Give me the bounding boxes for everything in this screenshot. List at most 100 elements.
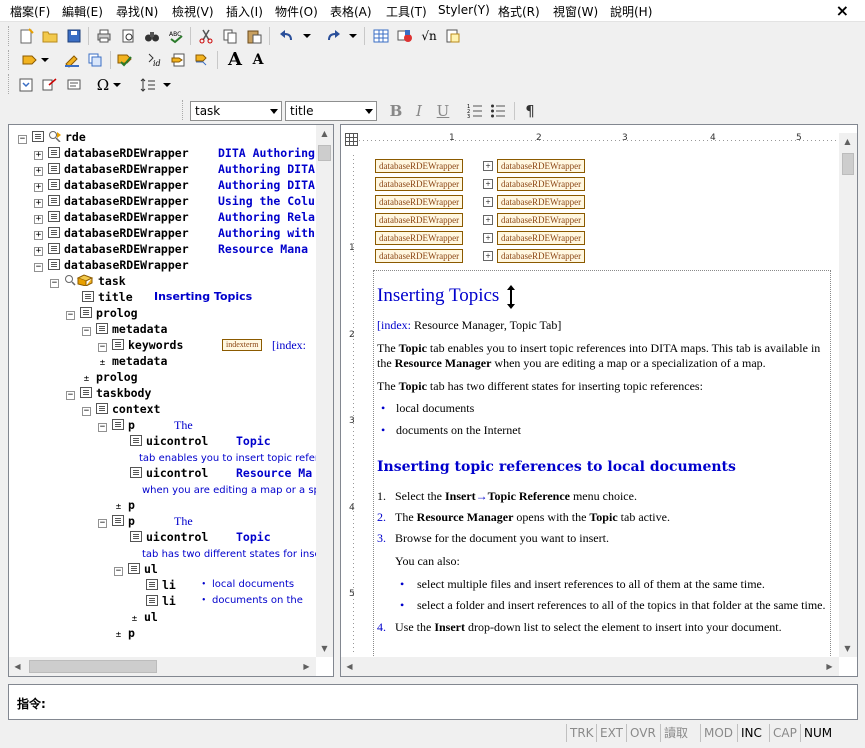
line-spacing-icon[interactable] (139, 76, 157, 94)
wrapper-end-tag[interactable]: databaseRDEWrapper (497, 249, 586, 263)
list-item[interactable]: select multiple files and insert referen… (417, 577, 765, 592)
validate-icon[interactable] (116, 51, 134, 69)
collapse-icon[interactable]: − (98, 423, 107, 432)
equation-icon[interactable]: √n (420, 27, 438, 45)
tree-row-wrapper[interactable]: + databaseRDEWrapper Using the Colu (34, 193, 315, 209)
wrapper-start-tag[interactable]: databaseRDEWrapper (375, 231, 464, 245)
scroll-thumb[interactable] (29, 660, 157, 673)
tree-row-title[interactable]: title Inserting Topics (82, 289, 252, 305)
undo-dropdown-icon[interactable] (302, 27, 312, 45)
tree-row-wrapper[interactable]: + databaseRDEWrapper Resource Mana (34, 241, 308, 257)
wrapper-start-tag[interactable]: databaseRDEWrapper (375, 213, 464, 227)
expand-icon[interactable]: + (34, 151, 43, 160)
collapse-icon[interactable]: − (66, 391, 75, 400)
comment-icon[interactable] (65, 76, 83, 94)
step[interactable]: Browse for the document you want to inse… (395, 531, 609, 546)
tree-row-prolog[interactable]: − prolog (66, 305, 138, 321)
expand-icon[interactable]: + (34, 247, 43, 256)
menu-edit[interactable]: 編輯(E) (62, 3, 103, 20)
paragraph[interactable]: The Topic tab enables you to insert topi… (377, 341, 820, 356)
paste-icon[interactable] (245, 27, 263, 45)
menu-window[interactable]: 視窗(W) (553, 3, 598, 20)
tree-row-metadata-end[interactable]: ± metadata (98, 353, 168, 369)
new-document-icon[interactable] (17, 27, 35, 45)
expand-icon[interactable]: + (34, 231, 43, 240)
structure-view[interactable]: − rde + databaseRDEWrapper DITA Authoring +… (8, 124, 334, 677)
tree-row-p[interactable]: − p The (98, 513, 193, 529)
ruler-toggle-icon[interactable] (345, 133, 358, 146)
tree-horizontal-scrollbar[interactable]: ◀ ▶ (9, 657, 316, 676)
cut-icon[interactable] (197, 27, 215, 45)
step[interactable]: Select the Insert→Topic Reference menu c… (395, 489, 637, 504)
expand-icon[interactable]: + (483, 179, 493, 189)
tree-row-task[interactable]: − task (50, 273, 126, 289)
scroll-down-icon[interactable]: ▼ (839, 640, 856, 657)
tree-row-li[interactable]: li documents on the • (146, 593, 303, 609)
style-combo[interactable]: title (285, 101, 377, 121)
document-horizontal-scrollbar[interactable]: ◀ ▶ (341, 657, 839, 676)
wrapper-end-tag[interactable]: databaseRDEWrapper (497, 213, 586, 227)
tree-row-uicontrol[interactable]: uicontrol Resource Ma (130, 465, 312, 481)
find-binoculars-icon[interactable] (143, 27, 161, 45)
menu-styler[interactable]: Styler(Y) (438, 3, 490, 17)
insert-id-icon[interactable]: id (146, 51, 164, 69)
toolbar-grip[interactable] (8, 74, 11, 94)
collapse-icon[interactable]: − (114, 567, 123, 576)
wrapper-end-tag[interactable]: databaseRDEWrapper (497, 159, 586, 173)
close-icon[interactable]: × (836, 1, 849, 20)
expand-icon[interactable]: + (34, 215, 43, 224)
decrease-font-icon[interactable]: A (249, 51, 267, 69)
tree-row-wrapper[interactable]: − databaseRDEWrapper (34, 257, 189, 273)
copy-icon[interactable] (221, 27, 239, 45)
wrapper-start-tag[interactable]: databaseRDEWrapper (375, 249, 464, 263)
scroll-right-icon[interactable]: ▶ (298, 658, 315, 675)
special-character-dropdown-icon[interactable] (112, 76, 122, 94)
wrapper-end-tag[interactable]: databaseRDEWrapper (497, 195, 586, 209)
collapse-icon[interactable]: − (82, 407, 91, 416)
menu-insert[interactable]: 插入(I) (226, 3, 263, 20)
step[interactable]: Use the Insert drop-down list to select … (395, 620, 782, 635)
menu-object[interactable]: 物件(O) (275, 3, 318, 20)
collapse-icon[interactable]: − (66, 311, 75, 320)
insert-graphic-icon[interactable] (396, 27, 414, 45)
structure-tree[interactable]: − rde + databaseRDEWrapper DITA Authoring +… (9, 125, 317, 655)
scroll-down-icon[interactable]: ▼ (316, 640, 333, 657)
expand-icon[interactable]: + (483, 215, 493, 225)
cross-reference-icon[interactable] (41, 76, 59, 94)
index-entry[interactable]: [index: Resource Manager, Topic Tab] (377, 318, 561, 333)
underline-button[interactable]: U (434, 102, 452, 120)
expand-icon[interactable]: + (483, 197, 493, 207)
save-icon[interactable] (65, 27, 83, 45)
spell-check-icon[interactable]: ABC (167, 27, 185, 45)
toolbar-grip[interactable] (182, 100, 185, 120)
document-canvas[interactable]: databaseRDEWrapper + databaseRDEWrapper … (363, 153, 841, 658)
insert-processing-icon[interactable] (193, 51, 211, 69)
insert-attribute-icon[interactable] (170, 51, 188, 69)
menu-format[interactable]: 格式(R) (498, 3, 540, 20)
toolbar-grip[interactable] (8, 50, 11, 70)
redo-icon[interactable] (324, 27, 342, 45)
tree-row-taskbody[interactable]: − taskbody (66, 385, 151, 401)
element-combo[interactable]: task (190, 101, 282, 121)
list-item[interactable]: documents on the Internet (396, 423, 521, 438)
table-icon[interactable] (372, 27, 390, 45)
step[interactable]: The Resource Manager opens with the Topi… (395, 510, 670, 525)
tree-row-wrapper[interactable]: + databaseRDEWrapper DITA Authoring (34, 145, 315, 161)
increase-font-icon[interactable]: A (225, 49, 245, 71)
tree-row-li[interactable]: li local documents • (146, 577, 294, 593)
menu-tools[interactable]: 工具(T) (386, 3, 427, 20)
tree-row-p[interactable]: ± p (114, 625, 135, 641)
split-element-icon[interactable] (86, 51, 104, 69)
collapse-icon[interactable]: − (34, 263, 43, 272)
tree-row-wrapper[interactable]: + databaseRDEWrapper Authoring DITA (34, 177, 315, 193)
scroll-thumb[interactable] (318, 145, 331, 161)
tree-row-wrapper[interactable]: + databaseRDEWrapper Authoring with (34, 225, 315, 241)
list-item[interactable]: select a folder and insert references to… (417, 598, 826, 613)
tree-row-uicontrol[interactable]: uicontrol Topic (130, 529, 271, 545)
wrapper-end-tag[interactable]: databaseRDEWrapper (497, 177, 586, 191)
document-title[interactable]: Inserting Topics (377, 285, 499, 307)
scroll-right-icon[interactable]: ▶ (821, 658, 838, 675)
toolbar-grip[interactable] (8, 26, 11, 46)
scroll-up-icon[interactable]: ▲ (839, 133, 856, 150)
insert-element-dropdown-icon[interactable] (40, 51, 50, 69)
